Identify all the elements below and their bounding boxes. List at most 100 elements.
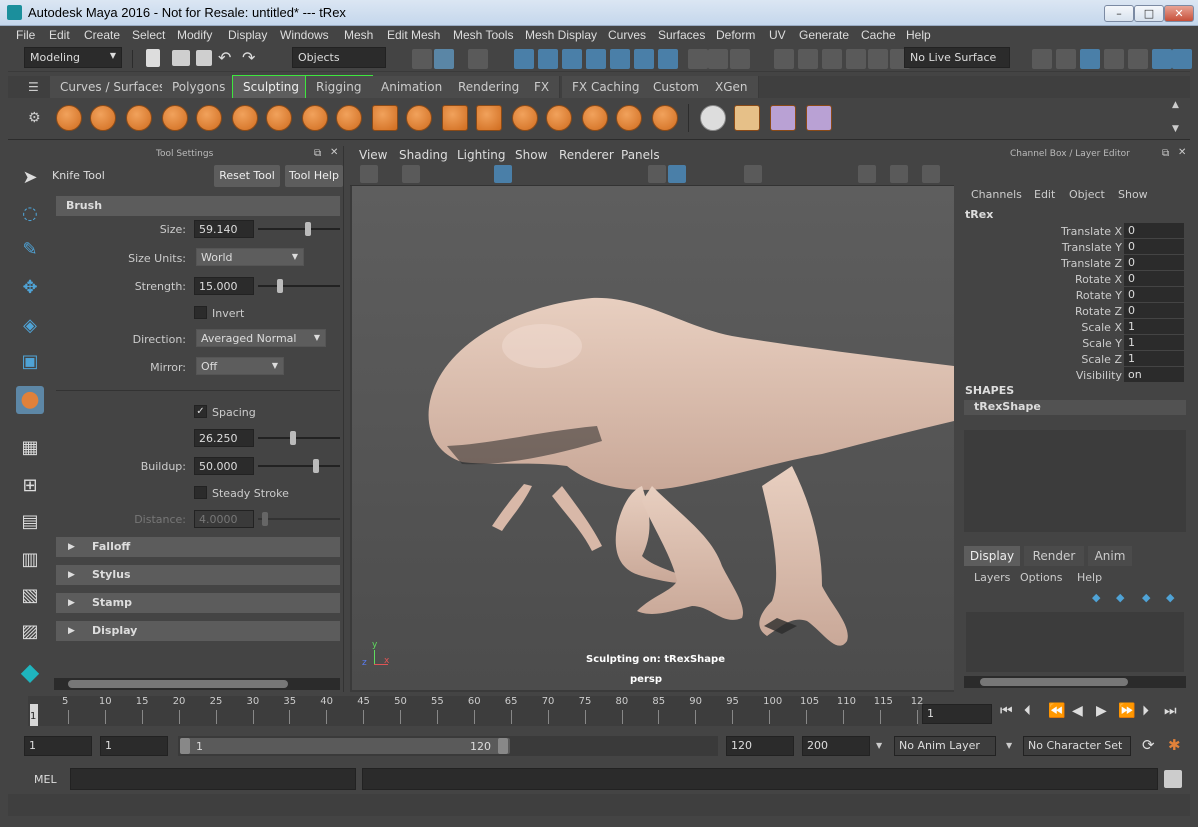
persp-graph-layout-icon[interactable]: ▥ (16, 546, 44, 574)
animation-end-field[interactable]: 200 (802, 736, 870, 756)
shelf-tab-rigging[interactable]: Rigging (304, 75, 374, 99)
foamy-tool-icon[interactable] (266, 105, 292, 131)
size-field[interactable]: 59.140 (194, 220, 254, 238)
convert-to-frozen-icon[interactable] (700, 105, 726, 131)
layer-menu-help[interactable]: Help (1077, 571, 1102, 584)
buildup-field[interactable]: 50.000 (194, 457, 254, 475)
size-slider[interactable] (258, 228, 340, 230)
spacing-slider[interactable] (258, 437, 340, 439)
new-layer-selected-icon[interactable]: ◆ (1166, 591, 1174, 604)
mirror-dropdown[interactable]: Off ▼ (196, 357, 284, 375)
shelf-tab-polygons[interactable]: Polygons (162, 76, 237, 98)
horizontal-scrollbar[interactable] (54, 678, 340, 690)
menu-mesh-tools[interactable]: Mesh Tools (453, 28, 513, 42)
scale-tool-icon[interactable]: ▣ (16, 348, 44, 376)
channel-box-icon[interactable] (1152, 49, 1172, 69)
viewport-menu-shading[interactable]: Shading (399, 148, 448, 162)
select-hierarchy-icon[interactable] (412, 49, 432, 69)
move-layer-up-icon[interactable]: ◆ (1092, 591, 1100, 604)
buildup-slider[interactable] (258, 465, 340, 467)
direction-dropdown[interactable]: Averaged Normal ▼ (196, 329, 326, 347)
uv-editor-icon[interactable] (734, 105, 760, 131)
rotate-tool-icon[interactable]: ◈ (16, 312, 44, 340)
panel-layout-icon[interactable] (922, 165, 940, 183)
select-tool-icon[interactable]: ➤ (16, 164, 44, 192)
layer-tab-anim[interactable]: Anim (1088, 546, 1132, 566)
blend-shape-icon[interactable] (770, 105, 796, 131)
shelf-tab-curves-surfaces[interactable]: Curves / Surfaces (50, 76, 177, 98)
amplify-tool-icon[interactable] (616, 105, 642, 131)
channel-translate-y[interactable]: Translate Y0 (958, 239, 1184, 255)
shelf-tab-fx-caching[interactable]: FX Caching (562, 76, 651, 98)
menu-display[interactable]: Display (228, 28, 267, 42)
bookmark-icon[interactable] (402, 165, 420, 183)
lighting-icon[interactable] (744, 165, 762, 183)
range-end-handle[interactable] (498, 738, 508, 754)
playback-end-field[interactable]: 120 (726, 736, 794, 756)
tool-help-button[interactable]: Tool Help (285, 165, 343, 187)
single-perspective-layout-icon[interactable]: ▦ (16, 434, 44, 462)
size-units-dropdown[interactable]: World ▼ (196, 248, 304, 266)
channel-visibility[interactable]: Visibility on (958, 367, 1184, 383)
redo-icon[interactable]: ↷ (242, 50, 262, 70)
shelf-tab-rendering[interactable]: Rendering (448, 76, 531, 98)
anim-layer-arrow-icon[interactable]: ▼ (876, 741, 882, 750)
magnet-icon[interactable] (774, 49, 794, 69)
menu-curves[interactable]: Curves (608, 28, 646, 42)
shelf-tab-custom[interactable]: Custom (643, 76, 710, 98)
snap-projected-icon[interactable] (586, 49, 606, 69)
display-section-header[interactable]: ▶ Display (56, 621, 340, 641)
grab-tool-icon[interactable] (162, 105, 188, 131)
stylus-section-header[interactable]: ▶ Stylus (56, 565, 340, 585)
menu-generate[interactable]: Generate (799, 28, 849, 42)
viewport-menu-panels[interactable]: Panels (621, 148, 660, 162)
layer-tab-render[interactable]: Render (1024, 546, 1084, 566)
3d-scene[interactable]: Sculpting on: tRexShape persp y x z (352, 186, 954, 690)
stamp-section-header[interactable]: ▶ Stamp (56, 593, 340, 613)
layer-list[interactable] (966, 612, 1184, 672)
close-panel-icon[interactable]: ✕ (1178, 147, 1186, 158)
ipr-render-icon[interactable] (846, 49, 866, 69)
range-bar[interactable]: 1 120 (178, 736, 718, 756)
move-tool-icon[interactable]: ✥ (16, 274, 44, 302)
command-input[interactable] (70, 768, 356, 790)
history-icon[interactable] (688, 49, 708, 69)
menu-mesh-display[interactable]: Mesh Display (525, 28, 597, 42)
animation-start-field[interactable]: 1 (24, 736, 92, 756)
step-forward-frame-icon[interactable]: ⏵ (1142, 703, 1149, 719)
channel-translate-x[interactable]: Translate X0 (958, 223, 1184, 239)
snap-grid-icon[interactable] (514, 49, 534, 69)
custom-layout-icon[interactable]: ▨ (16, 618, 44, 646)
size-slider-handle[interactable] (305, 222, 312, 236)
smooth-shade-icon[interactable] (668, 165, 686, 183)
live-surface-field[interactable]: No Live Surface (904, 47, 1010, 68)
channel-menu-channels[interactable]: Channels (971, 188, 1022, 201)
brush-section-header[interactable]: Brush (56, 196, 340, 216)
trex-model[interactable] (352, 186, 954, 690)
undo-icon[interactable]: ↶ (218, 50, 238, 70)
menu-file[interactable]: File (16, 28, 35, 42)
render-view-icon[interactable] (798, 49, 818, 69)
outliner-icon[interactable] (1104, 49, 1124, 69)
move-layer-down-icon[interactable]: ◆ (1116, 591, 1124, 604)
shelf-tab-xgen[interactable]: XGen (705, 76, 759, 98)
sculpt-tool-icon[interactable] (56, 105, 82, 131)
scrollbar-thumb[interactable] (980, 678, 1128, 686)
snap-point-icon[interactable] (562, 49, 582, 69)
wax-tool-icon[interactable] (406, 105, 432, 131)
menu-set-dropdown[interactable]: Modeling ▼ (24, 47, 122, 68)
channel-scale-y[interactable]: Scale Y1 (958, 335, 1184, 351)
channel-rotate-x[interactable]: Rotate X0 (958, 271, 1184, 287)
snap-surface-icon[interactable] (634, 49, 654, 69)
menu-modify[interactable]: Modify (177, 28, 212, 42)
channel-scale-x[interactable]: Scale X1 (958, 319, 1184, 335)
snap-vertex-icon[interactable] (658, 49, 678, 69)
wireframe-icon[interactable] (648, 165, 666, 183)
anim-layer-dropdown[interactable]: No Anim Layer (894, 736, 996, 756)
paint-select-icon[interactable]: ✎ (16, 236, 44, 264)
animation-preferences-icon[interactable]: ✱ (1168, 736, 1181, 754)
spray-tool-icon[interactable] (302, 105, 328, 131)
steady-stroke-checkbox[interactable] (194, 486, 207, 499)
knife-tool-icon[interactable] (512, 105, 538, 131)
shelf-tab-animation[interactable]: Animation (371, 76, 454, 98)
